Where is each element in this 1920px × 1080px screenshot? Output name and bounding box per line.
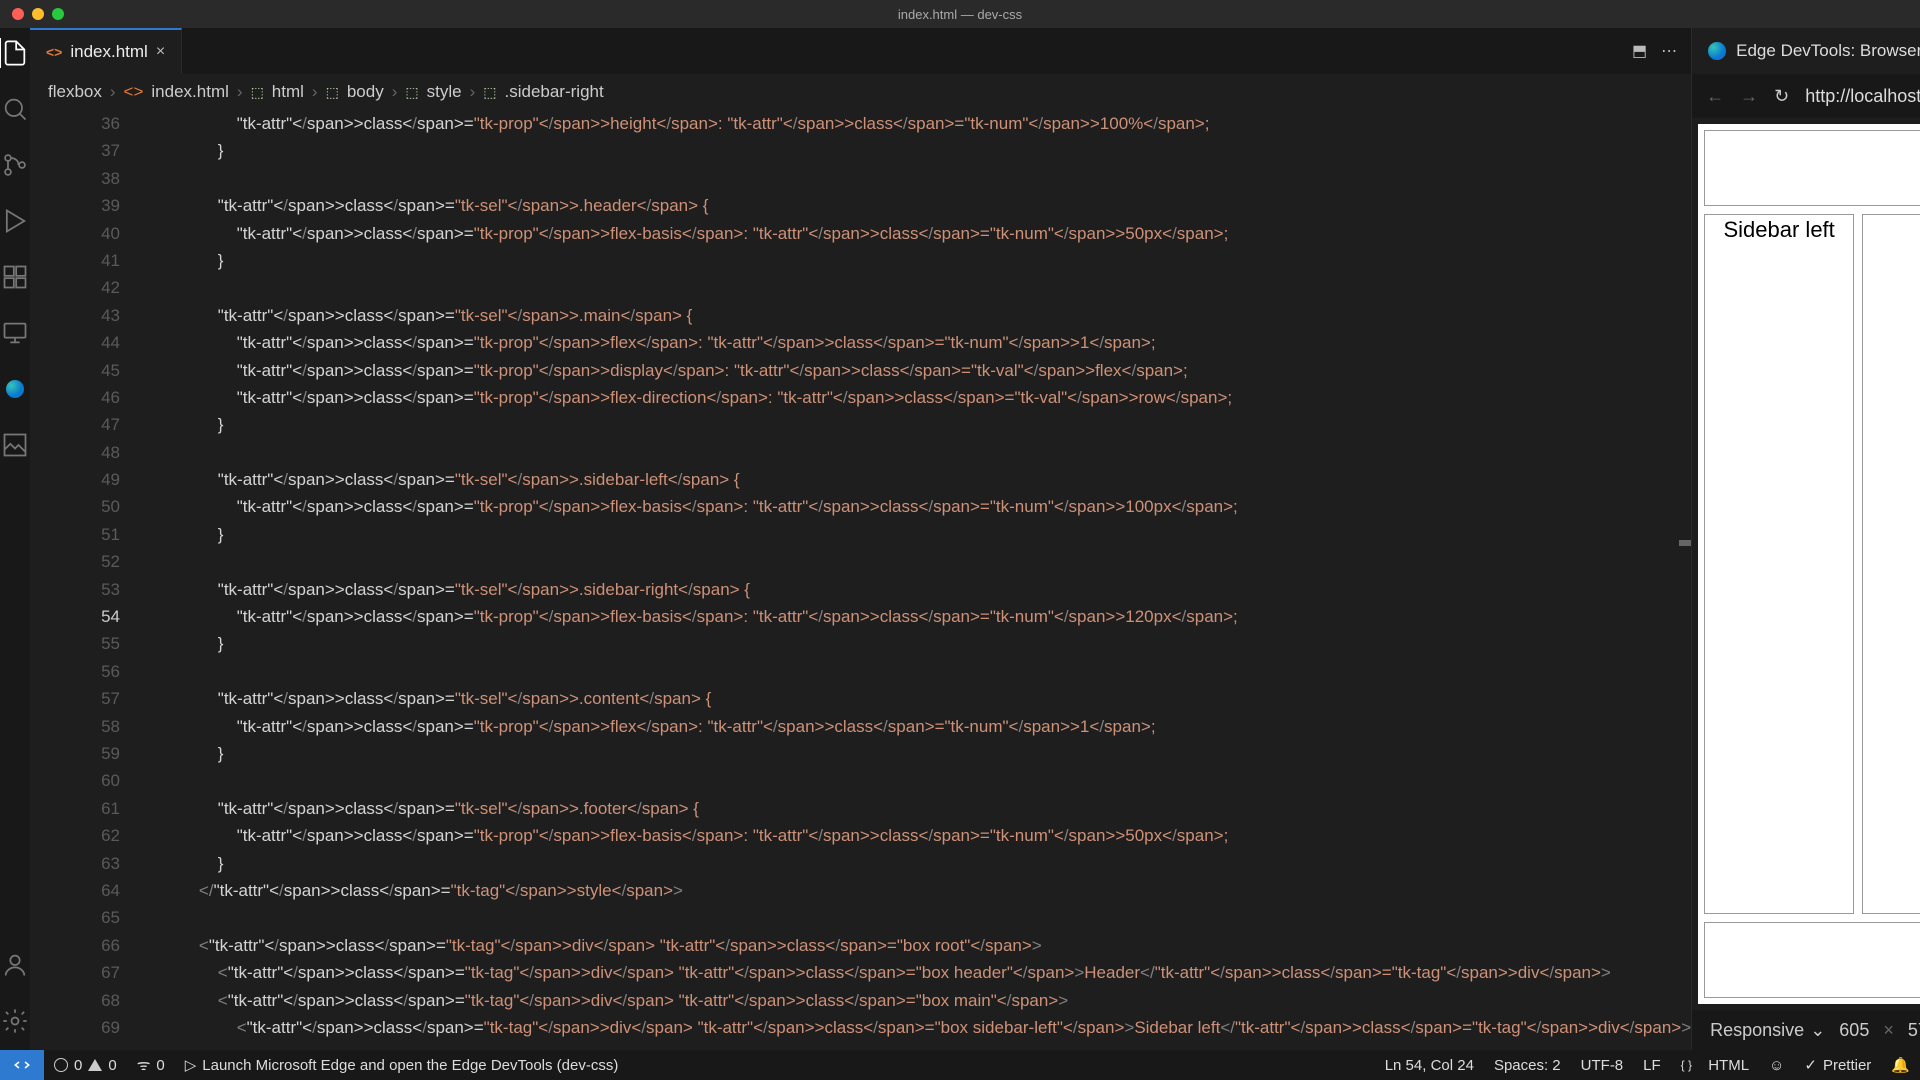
maximize-window-icon[interactable] [52,8,64,20]
antenna-icon: ᯤ [137,1055,151,1075]
more-actions-icon[interactable]: ⋯ [1661,41,1677,61]
cursor-position[interactable]: Ln 54, Col 24 [1375,1056,1484,1074]
eol[interactable]: LF [1633,1056,1671,1074]
devtools-tab-label: Edge DevTools: Browser [1736,41,1920,61]
url-field[interactable]: http://localhost:3000/ [1805,86,1920,107]
indentation[interactable]: Spaces: 2 [1484,1056,1571,1074]
explorer-icon[interactable] [0,38,29,68]
activity-bar [0,28,30,1050]
image-icon[interactable] [0,430,30,460]
breadcrumb[interactable]: flexbox › <> index.html › ⬚ html › ⬚ bod… [30,74,1691,110]
chevron-right-icon: › [312,82,318,102]
back-icon[interactable]: ← [1706,86,1724,107]
chevron-right-icon: › [470,82,476,102]
devtools-tab[interactable]: Edge DevTools: Browser × [1692,28,1920,74]
minimize-window-icon[interactable] [32,8,44,20]
breadcrumb-file[interactable]: index.html [151,82,228,102]
close-tab-icon[interactable]: × [156,43,165,61]
address-bar: ← → ↻ http://localhost:3000/ ⧉ [1692,74,1920,118]
window-title: index.html — dev-css [898,7,1022,22]
remote-explorer-icon[interactable] [0,318,30,348]
settings-gear-icon[interactable] [0,1006,30,1036]
chevron-down-icon: ⌄ [1810,1020,1825,1041]
breadcrumb-seg[interactable]: style [427,82,462,102]
preview-footer: Footer [1704,922,1920,998]
symbol-icon: ⬚ [251,84,264,101]
preview-content: Content [1862,214,1920,914]
language-mode[interactable]: { } HTML [1671,1056,1759,1074]
encoding[interactable]: UTF-8 [1571,1056,1634,1074]
ports-button[interactable]: ᯤ 0 [127,1055,175,1075]
viewport-height[interactable]: 570 [1908,1020,1920,1041]
device-select[interactable]: Responsive ⌄ [1710,1020,1825,1041]
editor-group: <> index.html × ⬒ ⋯ flexbox › <> index.h… [30,28,1692,1050]
viewport-width[interactable]: 605 [1839,1020,1869,1041]
code-editor[interactable]: 3637383940414243444546474849505152535455… [30,110,1691,1050]
window-controls[interactable] [0,8,64,20]
browser-viewport[interactable]: Header Sidebar left Content Sidebar righ… [1698,124,1920,1004]
error-icon [54,1058,68,1072]
problems-button[interactable]: 0 0 [44,1057,127,1074]
chevron-right-icon: › [237,82,243,102]
extensions-icon[interactable] [0,262,30,292]
launch-icon: ▷ [185,1056,197,1074]
source-control-icon[interactable] [0,150,30,180]
feedback-icon[interactable]: ☺ [1759,1056,1794,1074]
editor-tabs: <> index.html × ⬒ ⋯ [30,28,1691,74]
edge-icon [1708,42,1726,60]
html-file-icon: <> [124,82,144,102]
close-window-icon[interactable] [12,8,24,20]
notifications-icon[interactable]: 🔔 [1881,1056,1920,1074]
symbol-icon: ⬚ [326,84,339,101]
run-debug-icon[interactable] [0,206,30,236]
prettier-button[interactable]: ✓ Prettier [1794,1056,1881,1074]
window-titlebar: index.html — dev-css [0,0,1920,28]
tab-index-html[interactable]: <> index.html × [30,28,182,74]
device-toolbar: Responsive ⌄ 605 × 570 ⇄ ✎ ◎ [1692,1010,1920,1050]
x-separator: × [1883,1020,1894,1041]
devtools-panel: Edge DevTools: Browser × ⋯ ← → ↻ http://… [1692,28,1920,1050]
remote-button[interactable] [0,1050,44,1080]
chevron-right-icon: › [110,82,116,102]
breadcrumb-seg[interactable]: .sidebar-right [504,82,603,102]
breadcrumb-folder[interactable]: flexbox [48,82,102,102]
reload-icon[interactable]: ↻ [1774,86,1789,107]
tab-label: index.html [70,42,147,62]
forward-icon[interactable]: → [1740,86,1758,107]
preview-sidebar-left: Sidebar left [1704,214,1854,914]
symbol-icon: ⬚ [483,84,496,101]
launch-edge-button[interactable]: ▷ Launch Microsoft Edge and open the Edg… [175,1056,629,1074]
status-bar: 0 0 ᯤ 0 ▷ Launch Microsoft Edge and open… [0,1050,1920,1080]
search-icon[interactable] [0,94,30,124]
symbol-icon: ⬚ [405,84,418,101]
chevron-right-icon: › [392,82,398,102]
split-editor-icon[interactable]: ⬒ [1632,41,1647,61]
breadcrumb-seg[interactable]: body [347,82,384,102]
account-icon[interactable] [0,950,30,980]
breadcrumb-seg[interactable]: html [272,82,304,102]
preview-header: Header [1704,130,1920,206]
edge-tools-icon[interactable] [0,374,30,404]
html-file-icon: <> [46,44,62,60]
warning-icon [88,1059,102,1071]
minimap[interactable] [1679,110,1691,1050]
